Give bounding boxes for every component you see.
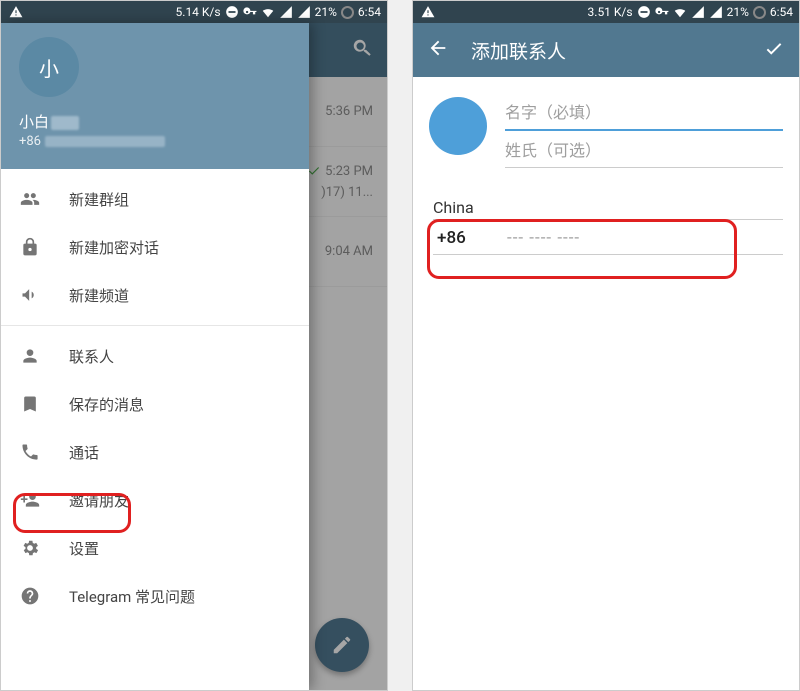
add-contact-form: 名字（必填） 姓氏（可选） China +86 --- ---- ---- xyxy=(413,77,799,271)
drawer-item-calls[interactable]: 通话 xyxy=(1,428,309,476)
clock: 6:54 xyxy=(770,5,793,19)
signal-icon xyxy=(279,5,293,19)
bookmark-icon xyxy=(19,394,41,414)
first-name-placeholder: 名字（必填） xyxy=(505,103,601,122)
dnd-icon xyxy=(225,5,239,19)
wifi-icon xyxy=(673,5,687,19)
drawer-item-label: 保存的消息 xyxy=(69,394,144,415)
drawer-header[interactable]: 小 小白 +86 xyxy=(1,23,309,169)
phone-number-field[interactable]: --- ---- ---- xyxy=(507,228,580,248)
drawer-item-label: 新建加密对话 xyxy=(69,237,159,258)
battery-percent: 21% xyxy=(727,5,749,19)
network-speed: 5.14 K/s xyxy=(176,5,221,19)
warning-icon xyxy=(9,5,23,19)
signal-icon xyxy=(691,5,705,19)
drawer-item-label: Telegram 常见问题 xyxy=(69,586,195,607)
drawer-item-settings[interactable]: 设置 xyxy=(1,524,309,572)
add-contact-header: 添加联系人 xyxy=(413,23,799,77)
drawer-item-label: 联系人 xyxy=(69,346,114,367)
drawer-item-label: 通话 xyxy=(69,442,99,463)
drawer-item-label: 设置 xyxy=(69,538,99,559)
group-icon xyxy=(19,189,41,209)
last-name-placeholder: 姓氏（可选） xyxy=(505,141,601,160)
phone-add-contact-screen: 3.51 K/s 21% 6:54 添加联系人 名字（必填） 姓氏（可选） xyxy=(412,0,800,691)
back-button[interactable] xyxy=(427,37,449,63)
status-bar: 3.51 K/s 21% 6:54 xyxy=(413,1,799,23)
warning-icon xyxy=(421,5,435,19)
gear-icon xyxy=(19,538,41,558)
country-code-field[interactable]: +86 xyxy=(437,228,489,248)
phone-icon xyxy=(19,442,41,462)
dnd-icon xyxy=(637,5,651,19)
megaphone-icon xyxy=(19,285,41,305)
drawer-item-label: 新建群组 xyxy=(69,189,129,210)
drawer-item-secret-chat[interactable]: 新建加密对话 xyxy=(1,223,309,271)
invite-icon xyxy=(19,490,41,510)
confirm-button[interactable] xyxy=(763,37,785,63)
vpn-key-icon xyxy=(243,5,257,19)
drawer-list: 新建群组 新建加密对话 新建频道 联系人 保存的消息 通话 xyxy=(1,169,309,626)
first-name-field[interactable]: 名字（必填） xyxy=(505,93,783,131)
clock: 6:54 xyxy=(358,5,381,19)
country-selector[interactable]: China xyxy=(433,198,783,217)
status-bar: 5.14 K/s 21% 6:54 xyxy=(1,1,387,23)
drawer-item-faq[interactable]: Telegram 常见问题 xyxy=(1,572,309,620)
user-phone: +86 xyxy=(19,134,291,149)
drawer-item-saved-messages[interactable]: 保存的消息 xyxy=(1,380,309,428)
battery-percent: 21% xyxy=(315,5,337,19)
phone-drawer-screen: 5.14 K/s 21% 6:54 5:36 PM 5:23 PM )17) 1… xyxy=(0,0,388,691)
wifi-icon xyxy=(261,5,275,19)
drawer-item-label: 新建频道 xyxy=(69,285,129,306)
divider xyxy=(1,325,309,326)
drawer-item-contacts[interactable]: 联系人 xyxy=(1,332,309,380)
lock-icon xyxy=(19,237,41,257)
network-speed: 3.51 K/s xyxy=(588,5,633,19)
vpn-key-icon xyxy=(655,5,669,19)
user-avatar[interactable]: 小 xyxy=(19,37,79,97)
page-title: 添加联系人 xyxy=(471,37,741,64)
drawer-item-label: 邀请朋友 xyxy=(69,490,129,511)
battery-circle-icon xyxy=(341,6,354,19)
battery-circle-icon xyxy=(753,6,766,19)
last-name-field[interactable]: 姓氏（可选） xyxy=(505,131,783,168)
person-icon xyxy=(19,346,41,366)
help-icon xyxy=(19,586,41,606)
user-name: 小白 xyxy=(19,111,291,132)
drawer-item-new-channel[interactable]: 新建频道 xyxy=(1,271,309,319)
drawer-item-new-group[interactable]: 新建群组 xyxy=(1,175,309,223)
signal-icon-2 xyxy=(297,5,311,19)
navigation-drawer: 小 小白 +86 新建群组 新建加密对话 新建频道 xyxy=(1,23,309,690)
contact-avatar-placeholder[interactable] xyxy=(429,97,487,155)
signal-icon-2 xyxy=(709,5,723,19)
drawer-item-invite-friends[interactable]: 邀请朋友 xyxy=(1,476,309,524)
